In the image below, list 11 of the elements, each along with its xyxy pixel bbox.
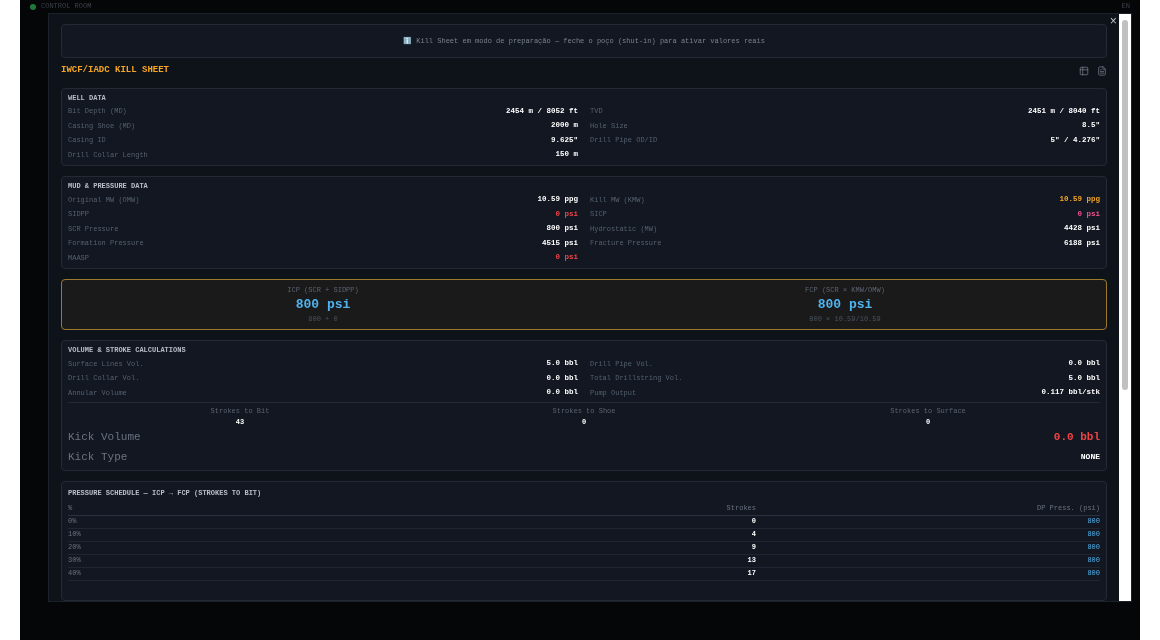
scrollbar[interactable] (1119, 14, 1131, 601)
document-icon[interactable] (1097, 65, 1107, 76)
pressure-value: 800 psi (295, 295, 351, 314)
kick-label: Kick Volume (68, 429, 141, 445)
table-icon[interactable] (1079, 65, 1089, 76)
kick-value: 0.0 bbl (1053, 429, 1100, 445)
close-button[interactable]: × (1109, 16, 1117, 28)
kill-sheet-title: IWCF/IADC KILL SHEET (61, 64, 170, 77)
pressure-value: 800 psi (817, 295, 873, 314)
kick-label: Kick Type (68, 449, 128, 465)
kick-value: NONE (1080, 451, 1100, 463)
